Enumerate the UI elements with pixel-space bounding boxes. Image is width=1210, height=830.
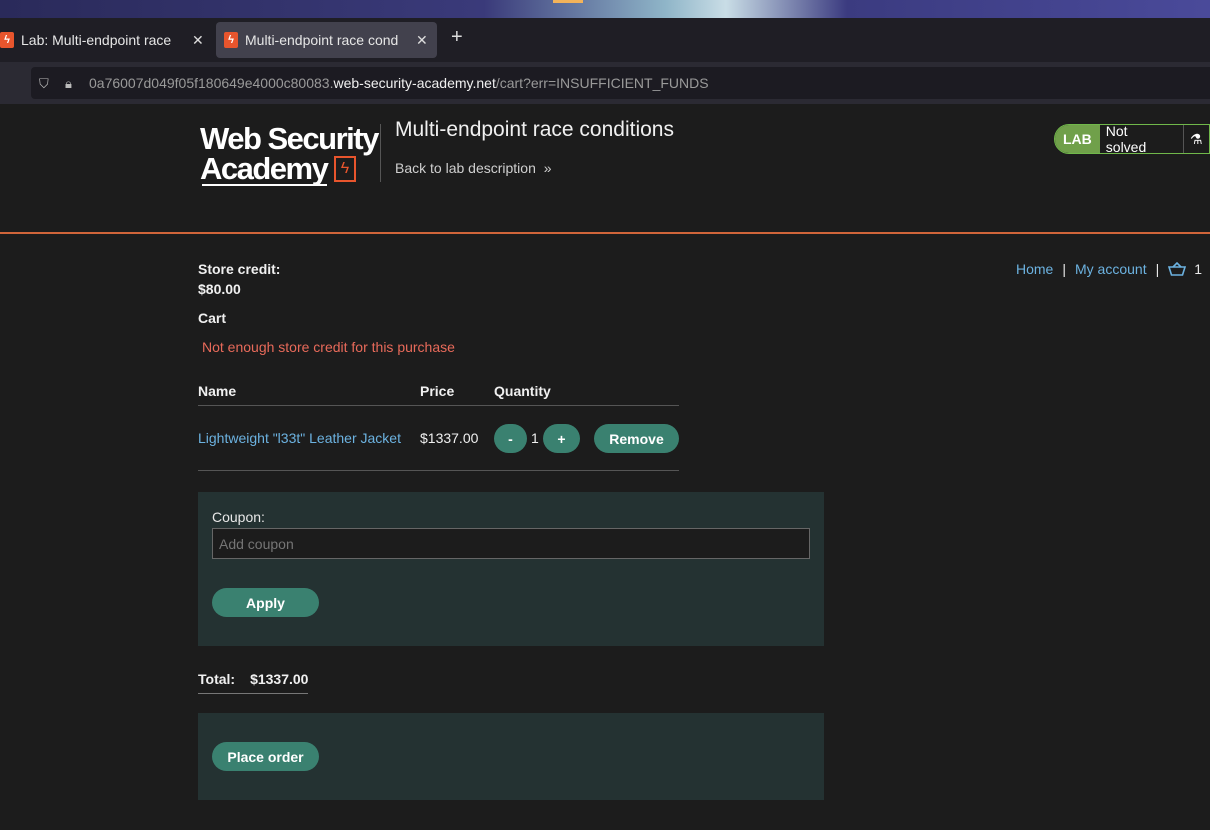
url-path: /cart?err=INSUFFICIENT_FUNDS [495, 75, 709, 91]
burp-icon: ϟ [0, 32, 14, 48]
column-header-price: Price [420, 383, 455, 399]
cart-heading: Cart [198, 310, 227, 326]
remove-button[interactable]: Remove [594, 424, 679, 453]
academy-logo[interactable]: Web Security Academy ϟ [200, 121, 379, 190]
cart-count: 1 [1194, 261, 1203, 277]
place-order-panel: Place order [198, 713, 824, 800]
table-divider [198, 470, 679, 471]
increase-quantity-button[interactable]: + [543, 424, 580, 453]
back-to-description-link[interactable]: Back to lab description » [395, 160, 552, 176]
tab-bar: ϟ Lab: Multi-endpoint race ✕ ϟ Multi-end… [0, 18, 1210, 62]
coupon-input[interactable] [212, 528, 810, 559]
burp-icon: ϟ [224, 32, 238, 48]
total-value: $1337.00 [250, 671, 309, 687]
logo-underline [202, 184, 327, 186]
nav-separator: | [1062, 261, 1066, 277]
coupon-label: Coupon: [212, 509, 265, 525]
close-icon[interactable]: ✕ [192, 32, 204, 49]
badge-lab-label: LAB [1055, 125, 1100, 153]
product-price: $1337.00 [420, 430, 479, 446]
decrease-quantity-button[interactable]: - [494, 424, 527, 453]
nav-separator: | [1155, 261, 1160, 277]
lab-status-badge: LAB Not solved ⚗ [1054, 124, 1210, 154]
flask-icon: ⚗ [1189, 130, 1203, 147]
logo-line-1: Web Security [200, 121, 379, 156]
url-subdomain: 0a76007d049f05f180649e4000c80083. [89, 75, 334, 91]
url-domain: web-security-academy.net [333, 75, 496, 91]
tab-title: Lab: Multi-endpoint race [21, 32, 172, 48]
shield-icon[interactable]: ⛉ [39, 76, 53, 91]
lab-title: Multi-endpoint race conditions [395, 118, 674, 141]
url-bar: ⛉ 🔒︎ 0a76007d049f05f180649e4000c80083. we… [0, 62, 1210, 104]
lightning-icon: ϟ [334, 156, 356, 182]
address-field[interactable]: ⛉ 🔒︎ 0a76007d049f05f180649e4000c80083. we… [31, 67, 1210, 99]
store-credit-value: $80.00 [198, 281, 241, 297]
logo-line-2: Academy [200, 151, 329, 186]
tab-active-lab[interactable]: ϟ Multi-endpoint race cond ✕ [216, 22, 437, 58]
chevrons-right-icon: » [543, 160, 552, 176]
top-strip-notch [553, 0, 583, 3]
product-link[interactable]: Lightweight "l33t" Leather Jacket [198, 430, 401, 446]
total-label: Total: [198, 671, 236, 687]
table-divider [198, 405, 679, 406]
apply-coupon-button[interactable]: Apply [212, 588, 319, 617]
column-header-quantity: Quantity [494, 383, 551, 399]
order-total: Total: $1337.00 [198, 671, 309, 694]
browser-top-strip [0, 0, 1210, 18]
quantity-value: 1 [531, 430, 539, 446]
lock-icon[interactable]: 🔒︎ [65, 76, 79, 91]
tab-lab-description[interactable]: ϟ Lab: Multi-endpoint race ✕ [0, 22, 210, 58]
coupon-panel: Coupon: Apply [198, 492, 824, 646]
header-divider [380, 124, 381, 182]
place-order-button[interactable]: Place order [212, 742, 319, 771]
badge-status: Not solved [1099, 125, 1184, 153]
cart-link[interactable]: 1 [1168, 261, 1202, 277]
back-link-label: Back to lab description [395, 160, 536, 176]
new-tab-icon[interactable]: + [451, 26, 463, 49]
column-header-name: Name [198, 383, 237, 399]
basket-icon [1168, 262, 1187, 276]
store-credit-label: Store credit: [198, 261, 281, 277]
close-icon[interactable]: ✕ [416, 32, 428, 49]
nav-my-account-link[interactable]: My account [1075, 261, 1147, 277]
nav-home-link[interactable]: Home [1016, 261, 1053, 277]
error-message: Not enough store credit for this purchas… [202, 339, 455, 355]
tab-title: Multi-endpoint race cond [245, 32, 399, 48]
top-nav: Home | My account | 1 [1016, 261, 1202, 277]
page-header: Web Security Academy ϟ Multi-endpoint ra… [0, 104, 1210, 234]
